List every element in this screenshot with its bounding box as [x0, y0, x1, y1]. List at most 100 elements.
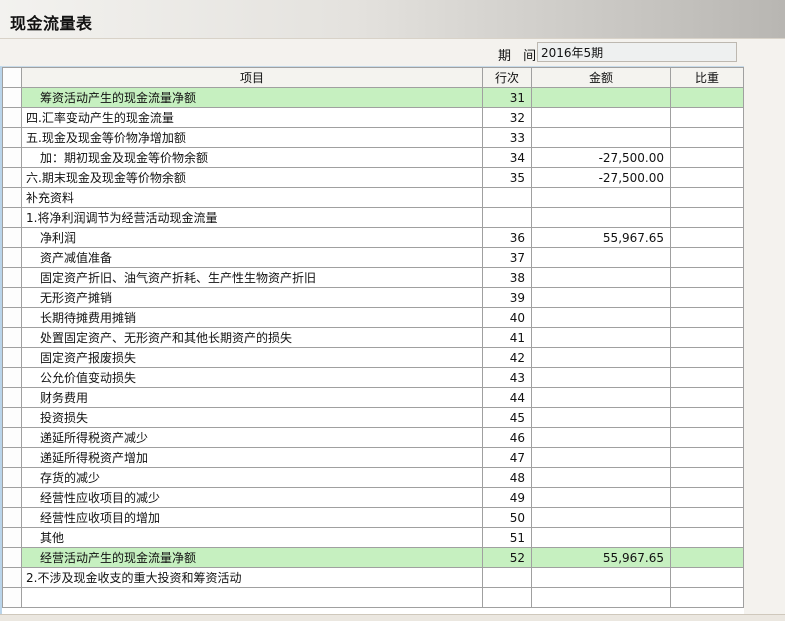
cell-amount[interactable]: -27,500.00: [531, 147, 671, 168]
table-row[interactable]: 补充资料: [2, 187, 744, 208]
cell-ratio[interactable]: [670, 467, 744, 488]
cell-line[interactable]: 37: [482, 247, 532, 268]
cell-item[interactable]: [21, 587, 483, 608]
table-row[interactable]: 递延所得税资产减少 46: [2, 427, 744, 448]
row-selector[interactable]: [2, 227, 22, 248]
cell-item[interactable]: 加：期初现金及现金等价物余额: [21, 147, 483, 168]
cell-ratio[interactable]: [670, 147, 744, 168]
cell-amount[interactable]: [531, 247, 671, 268]
table-row[interactable]: 固定资产报废损失 42: [2, 347, 744, 368]
cell-line[interactable]: 44: [482, 387, 532, 408]
row-selector[interactable]: [2, 307, 22, 328]
cell-line[interactable]: 32: [482, 107, 532, 128]
cell-ratio[interactable]: [670, 547, 744, 568]
table-row[interactable]: 经营活动产生的现金流量净额 52 55,967.65: [2, 547, 744, 568]
cell-line[interactable]: 36: [482, 227, 532, 248]
cell-item[interactable]: 固定资产折旧、油气资产折耗、生产性生物资产折旧: [21, 267, 483, 288]
cell-item[interactable]: 固定资产报废损失: [21, 347, 483, 368]
cell-amount[interactable]: [531, 207, 671, 228]
cell-amount[interactable]: [531, 447, 671, 468]
row-selector[interactable]: [2, 187, 22, 208]
row-selector[interactable]: [2, 487, 22, 508]
cell-line[interactable]: 40: [482, 307, 532, 328]
cell-item[interactable]: 经营活动产生的现金流量净额: [21, 547, 483, 568]
row-selector[interactable]: [2, 547, 22, 568]
row-selector[interactable]: [2, 567, 22, 588]
cell-item[interactable]: 六.期末现金及现金等价物余额: [21, 167, 483, 188]
row-selector[interactable]: [2, 267, 22, 288]
table-row[interactable]: 五.现金及现金等价物净增加额 33: [2, 127, 744, 148]
cell-ratio[interactable]: [670, 387, 744, 408]
cell-line[interactable]: 51: [482, 527, 532, 548]
cell-item[interactable]: 2.不涉及现金收支的重大投资和筹资活动: [21, 567, 483, 588]
cell-amount[interactable]: [531, 587, 671, 608]
cell-amount[interactable]: [531, 327, 671, 348]
cell-ratio[interactable]: [670, 287, 744, 308]
cell-ratio[interactable]: [670, 587, 744, 608]
cell-line[interactable]: 39: [482, 287, 532, 308]
cell-amount[interactable]: [531, 347, 671, 368]
row-selector[interactable]: [2, 107, 22, 128]
cell-item[interactable]: 净利润: [21, 227, 483, 248]
table-row[interactable]: 固定资产折旧、油气资产折耗、生产性生物资产折旧 38: [2, 267, 744, 288]
row-selector[interactable]: [2, 327, 22, 348]
cell-ratio[interactable]: [670, 127, 744, 148]
cell-amount[interactable]: -27,500.00: [531, 167, 671, 188]
cell-item[interactable]: 1.将净利润调节为经营活动现金流量: [21, 207, 483, 228]
cell-ratio[interactable]: [670, 307, 744, 328]
table-row[interactable]: 其他 51: [2, 527, 744, 548]
cell-item[interactable]: 补充资料: [21, 187, 483, 208]
row-selector[interactable]: [2, 247, 22, 268]
row-selector[interactable]: [2, 507, 22, 528]
cell-amount[interactable]: 55,967.65: [531, 227, 671, 248]
cell-item[interactable]: 经营性应收项目的减少: [21, 487, 483, 508]
row-selector[interactable]: [2, 367, 22, 388]
cell-line[interactable]: 52: [482, 547, 532, 568]
row-selector[interactable]: [2, 447, 22, 468]
cell-amount[interactable]: [531, 367, 671, 388]
cell-ratio[interactable]: [670, 527, 744, 548]
cell-item[interactable]: 递延所得税资产增加: [21, 447, 483, 468]
table-row[interactable]: 长期待摊费用摊销 40: [2, 307, 744, 328]
cell-line[interactable]: [482, 187, 532, 208]
cell-item[interactable]: 经营性应收项目的增加: [21, 507, 483, 528]
cell-amount[interactable]: [531, 107, 671, 128]
row-selector[interactable]: [2, 287, 22, 308]
table-row[interactable]: 筹资活动产生的现金流量净额 31: [2, 87, 744, 108]
cell-line[interactable]: 50: [482, 507, 532, 528]
cell-ratio[interactable]: [670, 327, 744, 348]
cell-ratio[interactable]: [670, 487, 744, 508]
cell-line[interactable]: 42: [482, 347, 532, 368]
row-selector[interactable]: [2, 427, 22, 448]
cell-amount[interactable]: [531, 307, 671, 328]
cell-ratio[interactable]: [670, 447, 744, 468]
table-row[interactable]: 六.期末现金及现金等价物余额 35 -27,500.00: [2, 167, 744, 188]
cell-ratio[interactable]: [670, 267, 744, 288]
cell-line[interactable]: [482, 567, 532, 588]
cell-amount[interactable]: [531, 87, 671, 108]
cell-line[interactable]: 34: [482, 147, 532, 168]
cell-item[interactable]: 公允价值变动损失: [21, 367, 483, 388]
row-selector[interactable]: [2, 207, 22, 228]
row-selector[interactable]: [2, 127, 22, 148]
cell-item[interactable]: 资产减值准备: [21, 247, 483, 268]
column-header-amount[interactable]: 金额: [531, 67, 671, 88]
cell-item[interactable]: 无形资产摊销: [21, 287, 483, 308]
cell-line[interactable]: [482, 207, 532, 228]
table-row[interactable]: 财务费用 44: [2, 387, 744, 408]
cell-line[interactable]: 31: [482, 87, 532, 108]
cell-amount[interactable]: [531, 567, 671, 588]
cell-item[interactable]: 四.汇率变动产生的现金流量: [21, 107, 483, 128]
cell-amount[interactable]: [531, 187, 671, 208]
cell-amount[interactable]: [531, 507, 671, 528]
table-row[interactable]: 四.汇率变动产生的现金流量 32: [2, 107, 744, 128]
cell-item[interactable]: 投资损失: [21, 407, 483, 428]
cell-item[interactable]: 处置固定资产、无形资产和其他长期资产的损失: [21, 327, 483, 348]
row-selector[interactable]: [2, 347, 22, 368]
cell-amount[interactable]: [531, 267, 671, 288]
row-selector-header[interactable]: [2, 67, 22, 88]
cell-amount[interactable]: [531, 387, 671, 408]
cell-ratio[interactable]: [670, 427, 744, 448]
cell-item[interactable]: 五.现金及现金等价物净增加额: [21, 127, 483, 148]
table-row[interactable]: 处置固定资产、无形资产和其他长期资产的损失 41: [2, 327, 744, 348]
